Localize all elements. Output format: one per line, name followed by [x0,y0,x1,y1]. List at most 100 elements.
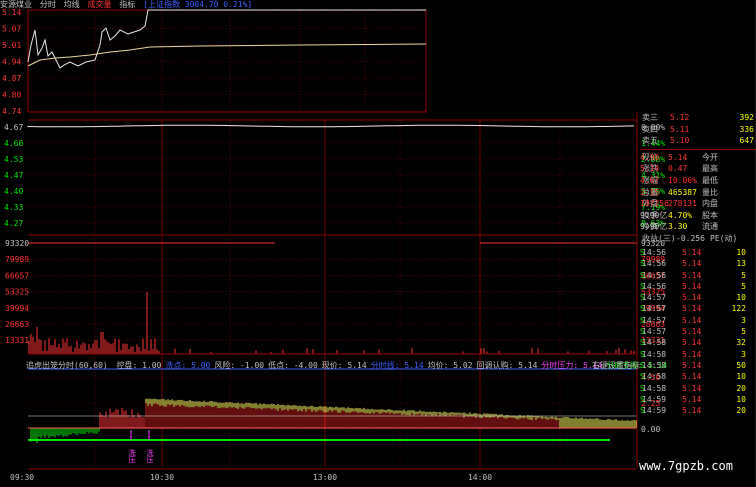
volume-left-label: 79989 [5,255,29,264]
tick-row: 14:57 5.14 122 S [640,303,756,314]
tick-side: S [640,394,645,404]
tab-avg-line[interactable]: 均线 [64,0,80,9]
tick-time: 14:57 [642,304,667,314]
tab-timeshare[interactable]: 分时 [40,0,56,9]
index-avg-line [27,43,427,67]
ask-price: 5.10 [670,136,690,146]
pe-label: PE(动) [710,233,738,243]
stat-value: 4.70% [668,210,693,220]
tick-price: 5.14 [682,360,702,370]
stat-row: 现价 5.14 今开 4.90 [640,152,756,164]
tick-time: 14:56 [642,281,667,291]
stat-label: 最高 [702,164,718,174]
ask-volume: 336 [739,124,754,134]
tick-side: S [640,259,645,269]
indicator-value: 风险: -1.00 [214,361,265,370]
tick-volume: 13 [736,259,746,269]
tick-row: 14:56 5.14 5 S [640,270,756,281]
index-y-label: 5.07 [2,25,21,34]
tick-side: S [640,349,645,359]
tick-row: 14:57 5.14 10 S [640,292,756,303]
volume-left-label: 13331 [5,336,29,345]
tick-time: 14:58 [642,349,667,359]
tick-row: 14:57 5.14 3 S [640,315,756,326]
tick-price: 5.14 [682,394,702,404]
tick-price: 5.14 [682,349,702,359]
quote-panel: 卖三 5.12 392 卖四 5.11 336 卖五 5.10 647 现价 5.14 今开 4.90 涨… [640,112,756,245]
tick-row: 14:58 5.14 10 S [640,371,756,382]
tick-time: 14:58 [642,360,667,370]
tick-side: S [640,360,645,370]
indicator-value: 控盘: 1.00 [116,361,162,370]
ask-label: 卖四 [642,124,658,134]
stat-value: 9.90亿 [640,210,668,220]
tick-row: 14:58 5.14 50 S [640,360,756,371]
stat-row: 涨跌 0.47 最高 5.14 [640,163,756,175]
eps-row: 收益(三) -0.256 PE(动) [640,233,756,245]
stat-label: 内盘 [702,199,718,209]
tab-indicator[interactable]: 指标 [119,0,135,9]
watermark: www.7gpzb.com [639,459,733,473]
volume-left-label: 53325 [5,288,29,297]
indicator-value: 均价: 5.02 [427,361,473,370]
index-y-label: 4.74 [2,107,21,116]
indicator-title[interactable]: 追虎出笼分时(60,60) [26,361,108,370]
tick-price: 5.14 [682,293,702,303]
tick-time: 14:59 [642,394,667,404]
tick-price: 5.14 [682,338,702,348]
volume-left-label: 26663 [5,320,29,329]
ask-row[interactable]: 卖三 5.12 392 [640,112,756,124]
tick-volume: 10 [736,372,746,382]
tick-list[interactable]: 14:56 5.14 10 S 14:56 5.14 13 S 14:56 5.14 5 S 14:56… [640,247,756,416]
indicator-value: 现价: 5.14 [321,361,367,370]
ask-row[interactable]: 卖五 5.10 647 [640,135,756,147]
tick-side: S [640,281,645,291]
ask-row[interactable]: 卖四 5.11 336 [640,124,756,136]
stat-label: 最低 [702,175,718,185]
tick-side: S [640,315,645,325]
index-price-line [27,9,426,69]
tick-volume: 10 [736,293,746,303]
tick-price: 5.14 [682,259,702,269]
tick-time: 14:57 [642,293,667,303]
indicator-value: 低点: -4.00 [268,361,318,370]
stat-row: 涨幅 10.06% 最低 4.6? [640,175,756,187]
index-y-label: 4.80 [2,91,21,100]
stat-value: 3.30 [668,222,688,232]
tick-price: 5.14 [682,372,702,382]
ask-price: 5.11 [670,124,690,134]
stat-value: 2.15 [640,187,660,197]
stat-value: 187256 [640,199,669,209]
stat-row: 换手 4.70% 股本 9.90亿 [640,210,756,222]
eps-value: -0.256 [676,233,705,243]
ask-label: 卖五 [642,136,658,146]
tick-row: 14:58 5.14 20 S [640,383,756,394]
stock-name: 安源煤业 [0,0,32,9]
volume-left-label: 39994 [5,304,29,313]
tick-time: 14:56 [642,270,667,280]
price-left-label: 4.60 [4,139,23,148]
tick-side: S [640,383,645,393]
ask-volume: 392 [739,113,754,122]
tick-price: 5.14 [682,315,702,325]
tick-volume: 20 [736,383,746,393]
tick-time: 14:58 [642,372,667,382]
tick-time: 14:57 [642,327,667,337]
stat-row: 净资 3.30 流通 9.90亿 [640,221,756,233]
tick-row: 14:58 5.14 3 S [640,349,756,360]
ask-volume: 647 [739,136,754,146]
price-left-label: 4.40 [4,187,23,196]
tick-row: 14:58 5.14 32 S [640,337,756,348]
indicator-settings-button[interactable]: 右键设置指标 [592,361,640,370]
time-label: 14:00 [468,473,492,482]
wash-marker-2: 洗压 [146,449,154,463]
stat-label: 今开 [702,152,718,162]
price-left-label: 4.47 [4,171,23,180]
time-label: 13:00 [313,473,337,482]
tick-price: 5.14 [682,281,702,291]
tick-time: 14:56 [642,248,667,257]
stat-value: 10.06% [668,175,697,185]
tick-row: 14:56 5.14 5 S [640,281,756,292]
tab-volume[interactable]: 成交量 [87,0,111,9]
tick-volume: 3 [741,315,746,325]
